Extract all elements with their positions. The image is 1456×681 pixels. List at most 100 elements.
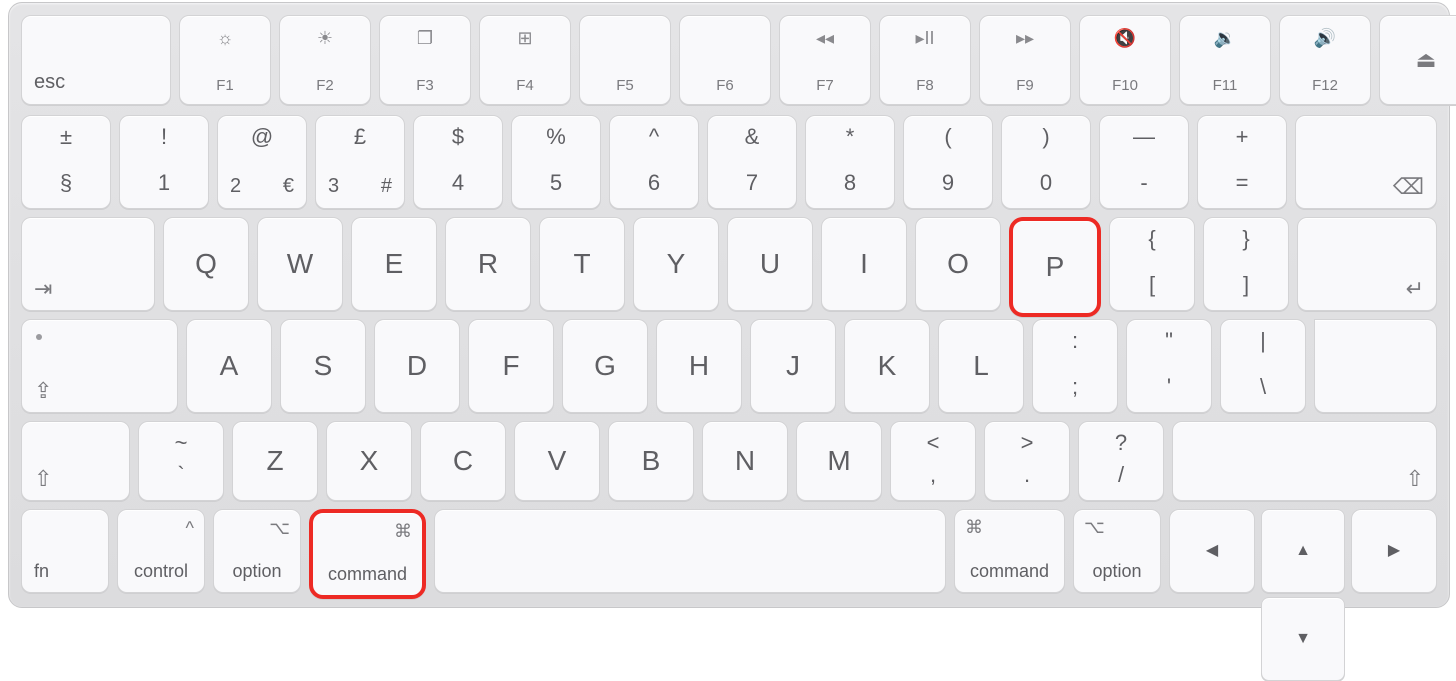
s-key[interactable]: S [280,319,366,413]
f11-key[interactable]: 🔉F11 [1179,15,1271,105]
control-icon: ^ [186,518,194,539]
9-key[interactable]: (9 [903,115,993,209]
r-key[interactable]: R [445,217,531,311]
row-zxcv: ⇧ ~` Z X C V B N M <, >. ?/ ⇧ [9,421,1449,499]
p-key[interactable]: P [1009,217,1101,317]
b-key[interactable]: B [608,421,694,501]
w-key[interactable]: W [257,217,343,311]
0-key[interactable]: )0 [1001,115,1091,209]
y-key[interactable]: Y [633,217,719,311]
left-shift-key[interactable]: ⇧ [21,421,130,501]
enter-key-lower[interactable] [1314,319,1437,413]
f9-key[interactable]: ▸▸F9 [979,15,1071,105]
command-icon: ⌘ [965,518,983,536]
backspace-key[interactable]: ⌫ [1295,115,1437,209]
o-key[interactable]: O [915,217,1001,311]
f8-key[interactable]: ▸IIF8 [879,15,971,105]
t-key[interactable]: T [539,217,625,311]
f12-key[interactable]: 🔊F12 [1279,15,1371,105]
bracket-right-key[interactable]: }] [1203,217,1289,311]
u-key[interactable]: U [727,217,813,311]
mute-icon: 🔇 [1080,28,1170,49]
play-pause-icon: ▸II [880,28,970,49]
f6-key[interactable]: F6 [679,15,771,105]
e-key[interactable]: E [351,217,437,311]
control-key[interactable]: ^control [117,509,205,593]
esc-key[interactable]: esc [21,15,171,105]
f10-key[interactable]: 🔇F10 [1079,15,1171,105]
shift-icon: ⇧ [34,468,52,490]
tilde-key[interactable]: ~` [138,421,224,501]
eject-key[interactable]: ⏏ [1379,15,1456,105]
left-option-key[interactable]: ⌥option [213,509,301,593]
d-key[interactable]: D [374,319,460,413]
option-icon: ⌥ [1084,518,1105,536]
x-key[interactable]: X [326,421,412,501]
2-key[interactable]: @2€ [217,115,307,209]
c-key[interactable]: C [420,421,506,501]
k-key[interactable]: K [844,319,930,413]
7-key[interactable]: &7 [707,115,797,209]
h-key[interactable]: H [656,319,742,413]
f3-key[interactable]: ❐F3 [379,15,471,105]
left-command-key[interactable]: ⌘command [309,509,426,599]
j-key[interactable]: J [750,319,836,413]
z-key[interactable]: Z [232,421,318,501]
period-key[interactable]: >. [984,421,1070,501]
arrow-down-key[interactable]: ▼ [1261,597,1345,681]
launchpad-icon: ⊞ [480,28,570,49]
right-shift-key[interactable]: ⇧ [1172,421,1437,501]
slash-key[interactable]: ?/ [1078,421,1164,501]
arrow-down-icon: ▼ [1295,630,1311,648]
row-asdf: ⇪ A S D F G H J K L :; "' |\ [9,319,1449,411]
v-key[interactable]: V [514,421,600,501]
1-key[interactable]: !1 [119,115,209,209]
comma-key[interactable]: <, [890,421,976,501]
bracket-left-key[interactable]: {[ [1109,217,1195,311]
5-key[interactable]: %5 [511,115,601,209]
l-key[interactable]: L [938,319,1024,413]
n-key[interactable]: N [702,421,788,501]
arrow-pad: ◀ ▲ ▼ ▶ [1169,509,1437,591]
tab-key[interactable]: ⇥ [21,217,155,311]
brightness-down-icon: ☼ [180,28,270,49]
backslash-key[interactable]: |\ [1220,319,1306,413]
right-option-key[interactable]: ⌥option [1073,509,1161,593]
fn-key[interactable]: fn [21,509,109,593]
enter-key[interactable]: ↵ [1297,217,1437,311]
row-bottom: fn ^control ⌥option ⌘command ⌘command ⌥o… [9,509,1449,591]
fast-forward-icon: ▸▸ [980,28,1070,49]
backspace-icon: ⌫ [1393,176,1424,198]
8-key[interactable]: *8 [805,115,895,209]
3-key[interactable]: £3# [315,115,405,209]
quote-key[interactable]: "' [1126,319,1212,413]
f7-key[interactable]: ◂◂F7 [779,15,871,105]
section-key[interactable]: ±§ [21,115,111,209]
a-key[interactable]: A [186,319,272,413]
capslock-key[interactable]: ⇪ [21,319,178,413]
semicolon-key[interactable]: :; [1032,319,1118,413]
arrow-left-key[interactable]: ◀ [1169,509,1255,593]
row-function: esc ☼F1 ☀F2 ❐F3 ⊞F4 F5 F6 ◂◂F7 ▸IIF8 ▸▸F… [9,15,1449,103]
right-command-key[interactable]: ⌘command [954,509,1065,593]
4-key[interactable]: $4 [413,115,503,209]
q-key[interactable]: Q [163,217,249,311]
i-key[interactable]: I [821,217,907,311]
mission-control-icon: ❐ [380,28,470,49]
command-icon: ⌘ [394,521,412,542]
f4-key[interactable]: ⊞F4 [479,15,571,105]
arrow-up-key[interactable]: ▲ [1261,509,1345,593]
apple-keyboard: esc ☼F1 ☀F2 ❐F3 ⊞F4 F5 F6 ◂◂F7 ▸IIF8 ▸▸F… [8,2,1450,608]
space-key[interactable] [434,509,946,593]
f1-key[interactable]: ☼F1 [179,15,271,105]
equal-key[interactable]: += [1197,115,1287,209]
m-key[interactable]: M [796,421,882,501]
f2-key[interactable]: ☀F2 [279,15,371,105]
6-key[interactable]: ^6 [609,115,699,209]
f-key[interactable]: F [468,319,554,413]
arrow-right-key[interactable]: ▶ [1351,509,1437,593]
minus-key[interactable]: —- [1099,115,1189,209]
g-key[interactable]: G [562,319,648,413]
enter-icon: ↵ [1406,278,1424,300]
f5-key[interactable]: F5 [579,15,671,105]
